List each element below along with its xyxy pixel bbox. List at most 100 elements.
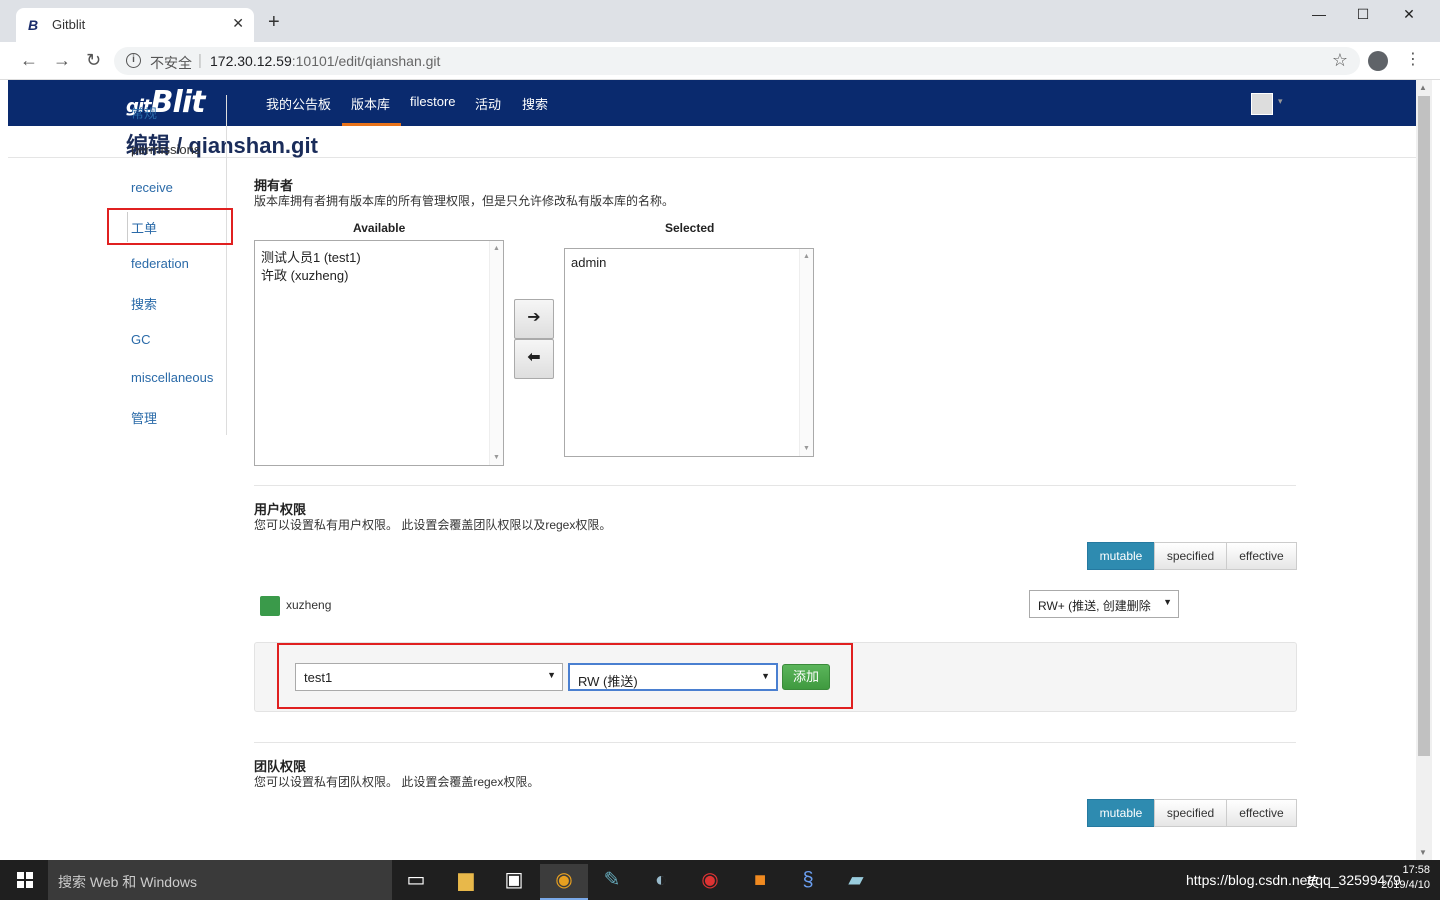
sidebar-item-miscellaneous[interactable]: miscellaneous (131, 370, 213, 385)
scroll-down-icon[interactable]: ▼ (803, 445, 810, 452)
bookmark-star-icon[interactable]: ☆ (1332, 50, 1348, 71)
avatar[interactable] (1251, 93, 1273, 115)
file-explorer-icon[interactable]: ▆ (442, 864, 490, 900)
specified-button[interactable]: specified (1154, 799, 1227, 827)
owners-description: 版本库拥有者拥有版本库的所有管理权限，但是只允许修改私有版本库的名称。 (254, 194, 675, 208)
tab-title: Gitblit (52, 17, 86, 32)
minimize-icon[interactable]: — (1296, 6, 1342, 22)
nav-filestore[interactable]: filestore (410, 94, 456, 109)
scroll-down-icon[interactable]: ▼ (1419, 848, 1427, 857)
sidebar-item-receive[interactable]: receive (131, 180, 173, 195)
sidebar-item-search[interactable]: 搜索 (131, 294, 157, 313)
browser-tab[interactable]: B Gitblit ✕ (16, 8, 254, 42)
nav-search[interactable]: 搜索 (522, 94, 548, 113)
browser-tab-bar: B Gitblit ✕ + — ☐ ✕ (0, 0, 1440, 42)
store-icon[interactable]: ▣ (490, 864, 538, 900)
notepad-icon[interactable]: ▰ (832, 864, 880, 900)
add-permission-select[interactable]: RW (推送) ▼ (568, 663, 778, 691)
chevron-down-icon: ▼ (1163, 597, 1172, 607)
user-permission-name: xuzheng (286, 598, 332, 612)
list-item[interactable]: 许政 (xuzheng) (261, 265, 348, 284)
arrow-left-icon: ⬅ (527, 349, 541, 366)
app-icon[interactable]: ◐ (637, 864, 685, 900)
clock[interactable]: 17:58 2019/4/10 (1372, 863, 1430, 893)
task-view-icon[interactable]: ▭ (392, 864, 440, 900)
add-user-select[interactable]: test1 ▼ (295, 663, 563, 691)
nav-repositories[interactable]: 版本库 (351, 94, 390, 113)
sidebar-item-manage[interactable]: 管理 (131, 408, 157, 427)
page-scrollbar[interactable]: ▲ ▼ (1416, 80, 1432, 860)
paint-icon[interactable]: ✎ (588, 864, 636, 900)
scroll-up-icon[interactable]: ▲ (1419, 83, 1427, 92)
add-user-value: test1 (304, 670, 333, 685)
team-permissions-description: 您可以设置私有团队权限。 此设置会覆盖regex权限。 (254, 775, 540, 789)
scroll-up-icon[interactable]: ▲ (493, 245, 500, 252)
url-input[interactable]: i 不安全 | 172.30.12.59:10101/edit/qianshan… (114, 47, 1360, 75)
taskbar-search-placeholder: 搜索 Web 和 Windows (58, 874, 197, 890)
chrome-icon[interactable]: ◉ (540, 864, 588, 900)
sidebar-item-permissions[interactable]: permissions (131, 142, 200, 157)
user-permissions-description: 您可以设置私有用户权限。 此设置会覆盖团队权限以及regex权限。 (254, 518, 612, 532)
windows-taskbar: 搜索 Web 和 Windows ▭ ▆ ▣ ◉ ✎ ◐ ◉ ■ § ▰ htt… (0, 860, 1440, 900)
scroll-up-icon[interactable]: ▲ (803, 253, 810, 260)
scroll-down-icon[interactable]: ▼ (493, 454, 500, 461)
available-owners-list[interactable]: 测试人员1 (test1) 许政 (xuzheng) ▲ ▼ (254, 240, 504, 466)
insecure-label: 不安全 (150, 55, 192, 71)
list-item[interactable]: admin (571, 255, 606, 270)
sidebar-active-line (127, 212, 128, 242)
tab-close-icon[interactable]: ✕ (232, 15, 244, 32)
mutable-button[interactable]: mutable (1087, 799, 1155, 827)
list-item[interactable]: 测试人员1 (test1) (261, 247, 361, 266)
section-divider (254, 485, 1296, 486)
scroll-thumb[interactable] (1418, 96, 1430, 756)
browser-menu-icon[interactable]: ⋮ (1405, 50, 1421, 70)
nav-dashboard[interactable]: 我的公告板 (266, 94, 331, 113)
permissions-highlight-box (107, 208, 233, 245)
sidebar-item-federation[interactable]: federation (131, 256, 189, 271)
add-permission-value: RW (推送) (578, 674, 638, 689)
gitblit-favicon-icon: B (28, 17, 39, 33)
reload-icon[interactable]: ↻ (86, 50, 101, 70)
user-avatar-icon (260, 596, 280, 616)
taskbar-search-input[interactable]: 搜索 Web 和 Windows (48, 860, 392, 900)
new-tab-icon[interactable]: + (268, 12, 280, 32)
address-bar: ← → ↻ i 不安全 | 172.30.12.59:10101/edit/qi… (0, 42, 1440, 80)
edit-sidebar: 常规 permissions receive 工单 federation 搜索 … (119, 95, 227, 435)
selected-label: Selected (665, 221, 715, 235)
clock-time: 17:58 (1402, 864, 1430, 876)
specified-button[interactable]: specified (1154, 542, 1227, 570)
url-host: 172.30.12.59 (210, 53, 292, 69)
sidebar-item-gc[interactable]: GC (131, 332, 151, 347)
nav-activity[interactable]: 活动 (475, 94, 501, 113)
profile-icon[interactable] (1368, 51, 1388, 71)
selected-owners-list[interactable]: admin ▲ ▼ (564, 248, 814, 457)
window-close-icon[interactable]: ✕ (1386, 6, 1432, 23)
list-scrollbar[interactable]: ▲ ▼ (489, 241, 503, 465)
add-button[interactable]: 添加 (782, 664, 830, 690)
user-permission-select[interactable]: RW+ (推送, 创建删除 ▼ (1029, 590, 1179, 618)
gitblit-taskbar-icon[interactable]: § (784, 864, 832, 900)
ime-indicator[interactable]: 英 (1306, 872, 1319, 891)
list-scrollbar[interactable]: ▲ ▼ (799, 249, 813, 456)
app-orange-icon[interactable]: ■ (736, 864, 784, 900)
chrome-alt-icon[interactable]: ◉ (686, 864, 734, 900)
maximize-icon[interactable]: ☐ (1340, 6, 1386, 23)
forward-icon[interactable]: → (53, 50, 71, 70)
url-text: 172.30.12.59:10101/edit/qianshan.git (210, 53, 440, 69)
move-left-button[interactable]: ⬅ (514, 339, 554, 379)
effective-button[interactable]: effective (1226, 799, 1297, 827)
move-right-button[interactable]: ➔ (514, 299, 554, 339)
back-icon[interactable]: ← (20, 50, 38, 70)
start-button[interactable] (0, 860, 48, 900)
avatar-caret-icon[interactable]: ▾ (1278, 96, 1283, 107)
sidebar-item-general[interactable]: 常规 (131, 103, 157, 122)
chevron-down-icon: ▼ (547, 670, 556, 680)
mutable-button[interactable]: mutable (1087, 542, 1155, 570)
info-icon[interactable]: i (126, 53, 141, 68)
available-label: Available (353, 221, 406, 235)
clock-date: 2019/4/10 (1381, 879, 1430, 891)
url-separator: | (198, 52, 202, 69)
permission-value: RW+ (推送, 创建删除 (1038, 599, 1151, 613)
effective-button[interactable]: effective (1226, 542, 1297, 570)
tray-watermark-text: https://blog.csdn.net/qq_32599479 (1186, 872, 1401, 888)
